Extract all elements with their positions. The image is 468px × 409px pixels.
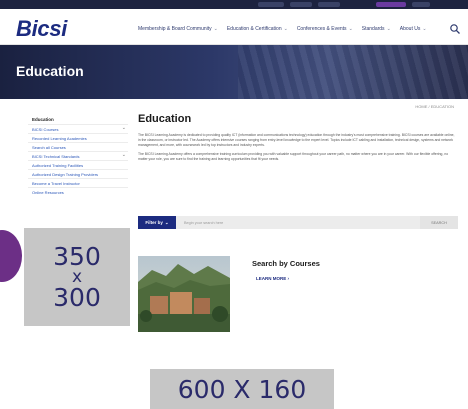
sidebar-item-bicsi-courses[interactable]: BICSI Courses ⌄ xyxy=(28,124,128,133)
site-header: Bicsi Membership & Board Community ⌄ Educ… xyxy=(0,9,468,45)
utility-link[interactable] xyxy=(258,2,284,7)
utility-link[interactable] xyxy=(290,2,312,7)
sidebar-nav: Education BICSI Courses ⌄ Recorded Learni… xyxy=(28,115,128,196)
search-button[interactable]: SEARCH xyxy=(420,216,458,229)
nav-item-about[interactable]: About Us ⌄ xyxy=(400,26,427,32)
chevron-down-icon[interactable]: ⌄ xyxy=(122,153,126,158)
search-icon[interactable] xyxy=(449,22,461,34)
chevron-down-icon: ⌄ xyxy=(386,26,391,32)
course-search-input[interactable]: Begin your search here xyxy=(176,216,420,229)
nav-item-membership[interactable]: Membership & Board Community ⌄ xyxy=(138,26,218,32)
chevron-down-icon: ⌄ xyxy=(348,26,353,32)
nav-item-conferences[interactable]: Conferences & Events ⌄ xyxy=(297,26,353,32)
search-by-courses-heading: Search by Courses xyxy=(252,259,320,268)
placeholder-width: 350 xyxy=(53,241,101,271)
bicsi-logo[interactable]: Bicsi xyxy=(16,16,67,42)
utility-link[interactable] xyxy=(318,2,340,7)
hero-title: Education xyxy=(16,63,84,79)
sidebar-item-design-training[interactable]: Authorized Design Training Providers xyxy=(28,169,128,178)
filter-by-button[interactable]: Filter by ⌄ xyxy=(138,216,176,229)
chevron-down-icon: ⌄ xyxy=(283,26,288,32)
purple-circle-decoration xyxy=(0,230,22,282)
sidebar-item-search-courses[interactable]: Search all Courses xyxy=(28,142,128,151)
page-title: Education xyxy=(138,113,192,125)
chevron-down-icon: ⌄ xyxy=(213,26,218,32)
nav-item-standards[interactable]: Standards ⌄ xyxy=(362,26,391,32)
sidebar-item-travel-instructor[interactable]: Become a Travel Instructor xyxy=(28,178,128,187)
placeholder-size-label: 600 X 160 xyxy=(177,374,307,404)
breadcrumb[interactable]: HOME / EDUCATION xyxy=(415,104,454,109)
placeholder-height: 300 xyxy=(53,282,101,312)
ad-placeholder-350x300: 350 x 300 xyxy=(24,228,130,326)
campus-photo xyxy=(138,256,230,332)
utility-link[interactable] xyxy=(412,2,430,7)
sidebar-title[interactable]: Education xyxy=(28,115,128,124)
chevron-down-icon[interactable]: ⌄ xyxy=(122,126,126,131)
chevron-down-icon: ⌄ xyxy=(422,26,427,32)
learn-more-link[interactable]: LEARN MORE › xyxy=(256,276,289,281)
hero-banner: Education xyxy=(0,45,468,99)
ad-placeholder-600x160: 600 X 160 xyxy=(150,369,334,409)
join-button[interactable] xyxy=(376,2,406,7)
sidebar-item-online-resources[interactable]: Online Resources xyxy=(28,187,128,196)
intro-text: The BICSI Learning Academy is dedicated … xyxy=(138,133,456,162)
sidebar-item-technical-standards[interactable]: BICSI Technical Standards ⌄ xyxy=(28,151,128,160)
utility-bar xyxy=(0,0,468,9)
sidebar-item-training-facilities[interactable]: Authorized Training Facilities xyxy=(28,160,128,169)
intro-paragraph: The BICSI Learning Academy is dedicated … xyxy=(138,133,455,147)
sidebar-item-recorded-learning[interactable]: Recorded Learning Academies xyxy=(28,133,128,142)
main-nav: Membership & Board Community ⌄ Education … xyxy=(138,26,427,32)
intro-paragraph: The BICSI Learning Academy offers a comp… xyxy=(138,152,449,161)
chevron-down-icon: ⌄ xyxy=(164,219,169,225)
main-content: Education The BICSI Learning Academy is … xyxy=(138,113,456,162)
nav-item-education[interactable]: Education & Certification ⌄ xyxy=(227,26,288,32)
course-filter-bar: Filter by ⌄ Begin your search here SEARCH xyxy=(138,216,458,229)
